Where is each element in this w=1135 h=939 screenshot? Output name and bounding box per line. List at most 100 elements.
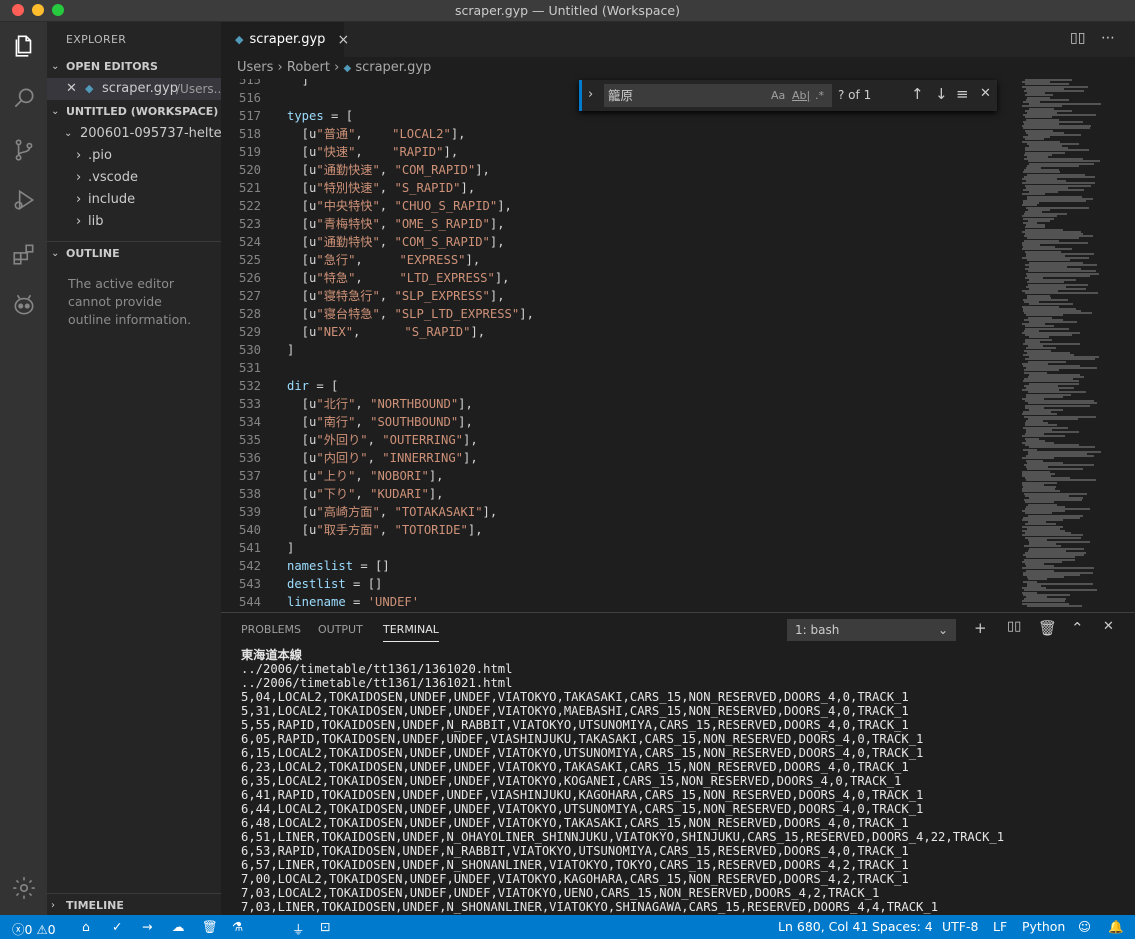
- timeline-header[interactable]: › TIMELINE: [47, 895, 221, 915]
- line-number: 517: [238, 109, 261, 123]
- notifications-bell-icon[interactable]: 🔔: [1108, 919, 1124, 935]
- match-whole-word-button[interactable]: Ab|: [792, 84, 810, 107]
- language-mode[interactable]: Python: [1022, 919, 1065, 934]
- more-actions-icon[interactable]: ⋯: [1101, 30, 1115, 46]
- workspace-root-folder[interactable]: ⌄ 200601-095737-helte...: [47, 123, 221, 145]
- folder-lib[interactable]: › lib: [47, 211, 221, 233]
- find-result-count: ? of 1: [838, 88, 872, 102]
- problems-status[interactable]: ⓧ0 ⚠0: [12, 919, 56, 938]
- tab-problems[interactable]: PROBLEMS: [241, 623, 301, 636]
- terminal-output[interactable]: 東海道本線 ../2006/timetable/tt1361/1361020.ht…: [221, 644, 1135, 915]
- close-icon[interactable]: ✕: [66, 78, 77, 100]
- test-flask-icon[interactable]: ⚗: [232, 919, 243, 934]
- source-control-button[interactable]: [0, 126, 47, 174]
- code-line[interactable]: 531: [221, 359, 1014, 377]
- use-regex-button[interactable]: .*: [815, 84, 824, 107]
- chevron-right-icon: ›: [76, 192, 82, 207]
- explorer-button[interactable]: [0, 22, 47, 70]
- tab-output[interactable]: OUTPUT: [318, 623, 363, 636]
- kill-terminal-icon[interactable]: 🗑: [1038, 619, 1057, 637]
- code-line[interactable]: 524 [u"通勤特快", "COM_S_RAPID"],: [221, 233, 1014, 251]
- code-line[interactable]: 532 dir = [: [221, 377, 1014, 395]
- line-text: ]: [287, 541, 295, 555]
- find-in-selection-icon[interactable]: ≡: [956, 85, 969, 103]
- previous-match-icon[interactable]: ↑: [911, 85, 924, 103]
- code-line[interactable]: 521 [u"特別快速", "S_RAPID"],: [221, 179, 1014, 197]
- code-line[interactable]: 520 [u"通勤快速", "COM_RAPID"],: [221, 161, 1014, 179]
- split-terminal-icon[interactable]: ▯▯: [1007, 619, 1021, 634]
- folder-include[interactable]: › include: [47, 189, 221, 211]
- code-line[interactable]: 522 [u"中央特快", "CHUO_S_RAPID"],: [221, 197, 1014, 215]
- line-text: [u"青梅特快", "OME_S_RAPID"],: [287, 217, 505, 231]
- code-line[interactable]: 523 [u"青梅特快", "OME_S_RAPID"],: [221, 215, 1014, 233]
- split-editor-icon[interactable]: ▯▯: [1070, 30, 1085, 46]
- code-line[interactable]: 528 [u"寝台特急", "SLP_LTD_EXPRESS"],: [221, 305, 1014, 323]
- toggle-replace-icon[interactable]: ›: [588, 87, 593, 102]
- new-terminal-icon[interactable]: +: [974, 619, 987, 637]
- open-editor-item[interactable]: ✕ ◆ scraper.gyp /Users...: [47, 78, 221, 100]
- feedback-icon[interactable]: ☺: [1078, 919, 1091, 934]
- code-line[interactable]: 530]: [221, 341, 1014, 359]
- line-number: 523: [238, 217, 261, 231]
- code-line[interactable]: 536 [u"内回り", "INNERRING"],: [221, 449, 1014, 467]
- code-line[interactable]: 529 [u"NEX", "S_RAPID"],: [221, 323, 1014, 341]
- serial-plug-icon[interactable]: ⏚: [292, 919, 305, 938]
- cursor-position[interactable]: Ln 680, Col 41: [778, 919, 868, 934]
- code-line[interactable]: 540 [u"取手方面", "TOTORIDE"],: [221, 521, 1014, 539]
- code-editor[interactable]: 515 ] 516 517 types = [518 [u"普通", "LOCAL2"…: [221, 79, 1014, 610]
- tab-terminal[interactable]: TERMINAL: [383, 623, 439, 642]
- search-button[interactable]: [0, 74, 47, 122]
- code-line[interactable]: 518 [u"普通", "LOCAL2"],: [221, 125, 1014, 143]
- breadcrumb-robert[interactable]: Robert: [287, 60, 330, 75]
- code-line[interactable]: 539 [u"高崎方面", "TOTAKASAKI"],: [221, 503, 1014, 521]
- next-match-icon[interactable]: ↓: [935, 85, 948, 103]
- manage-button[interactable]: [0, 864, 47, 912]
- terminal-select[interactable]: 1: bash ⌄: [787, 619, 956, 641]
- code-line[interactable]: 544 linename = 'UNDEF': [221, 593, 1014, 610]
- terminal-icon[interactable]: ⊡: [320, 919, 330, 934]
- run-debug-button[interactable]: [0, 176, 47, 224]
- code-line[interactable]: 535 [u"外回り", "OUTERRING"],: [221, 431, 1014, 449]
- code-line[interactable]: 541]: [221, 539, 1014, 557]
- close-find-icon[interactable]: ✕: [980, 86, 991, 101]
- terminal-line: 7,00,LOCAL2,TOKAIDOSEN,UNDEF,UNDEF,VIATO…: [241, 872, 909, 886]
- activity-bar: [0, 22, 47, 915]
- upload-cloud-icon[interactable]: ☁: [172, 919, 185, 934]
- outline-header[interactable]: ⌄ OUTLINE: [47, 243, 221, 265]
- code-line[interactable]: 543 destlist = []: [221, 575, 1014, 593]
- code-line[interactable]: 519 [u"快速", "RAPID"],: [221, 143, 1014, 161]
- close-panel-icon[interactable]: ✕: [1103, 619, 1114, 634]
- code-line[interactable]: 537 [u"上り", "NOBORI"],: [221, 467, 1014, 485]
- code-line[interactable]: 542 nameslist = []: [221, 557, 1014, 575]
- clean-trash-icon[interactable]: 🗑: [202, 919, 218, 935]
- workspace-header[interactable]: ⌄ UNTITLED (WORKSPACE): [47, 101, 221, 123]
- match-case-button[interactable]: Aa: [771, 84, 785, 107]
- line-number: 541: [238, 541, 261, 555]
- platformio-button[interactable]: [0, 281, 47, 329]
- upload-arrow-icon[interactable]: →: [142, 919, 152, 934]
- code-line[interactable]: 527 [u"寝特急行", "SLP_EXPRESS"],: [221, 287, 1014, 305]
- line-number: 542: [238, 559, 261, 573]
- open-editors-header[interactable]: ⌄ OPEN EDITORS: [47, 56, 221, 78]
- code-line[interactable]: 534 [u"南行", "SOUTHBOUND"],: [221, 413, 1014, 431]
- code-line[interactable]: 538 [u"下り", "KUDARI"],: [221, 485, 1014, 503]
- terminal-line: 6,53,RAPID,TOKAIDOSEN,UNDEF,N_RABBIT,VIA…: [241, 844, 909, 858]
- line-text: nameslist = []: [287, 559, 390, 573]
- end-of-line[interactable]: LF: [993, 919, 1007, 934]
- indentation[interactable]: Spaces: 4: [872, 919, 933, 934]
- home-icon[interactable]: ⌂: [82, 919, 90, 934]
- maximize-panel-icon[interactable]: ⌃: [1071, 619, 1084, 637]
- close-tab-icon[interactable]: ×: [337, 32, 349, 48]
- extensions-button[interactable]: [0, 230, 47, 278]
- breadcrumb-file[interactable]: scraper.gyp: [355, 60, 431, 75]
- breadcrumb-users[interactable]: Users: [237, 60, 273, 75]
- code-line[interactable]: 525 [u"急行", "EXPRESS"],: [221, 251, 1014, 269]
- code-line[interactable]: 533 [u"北行", "NORTHBOUND"],: [221, 395, 1014, 413]
- build-check-icon[interactable]: ✓: [112, 919, 122, 934]
- encoding[interactable]: UTF-8: [942, 919, 978, 934]
- folder-pio[interactable]: › .pio: [47, 145, 221, 167]
- code-line[interactable]: 526 [u"特急", "LTD_EXPRESS"],: [221, 269, 1014, 287]
- folder-vscode[interactable]: › .vscode: [47, 167, 221, 189]
- tab-scraper-gyp[interactable]: ◆ scraper.gyp ×: [221, 22, 349, 57]
- minimap[interactable]: [1014, 79, 1135, 610]
